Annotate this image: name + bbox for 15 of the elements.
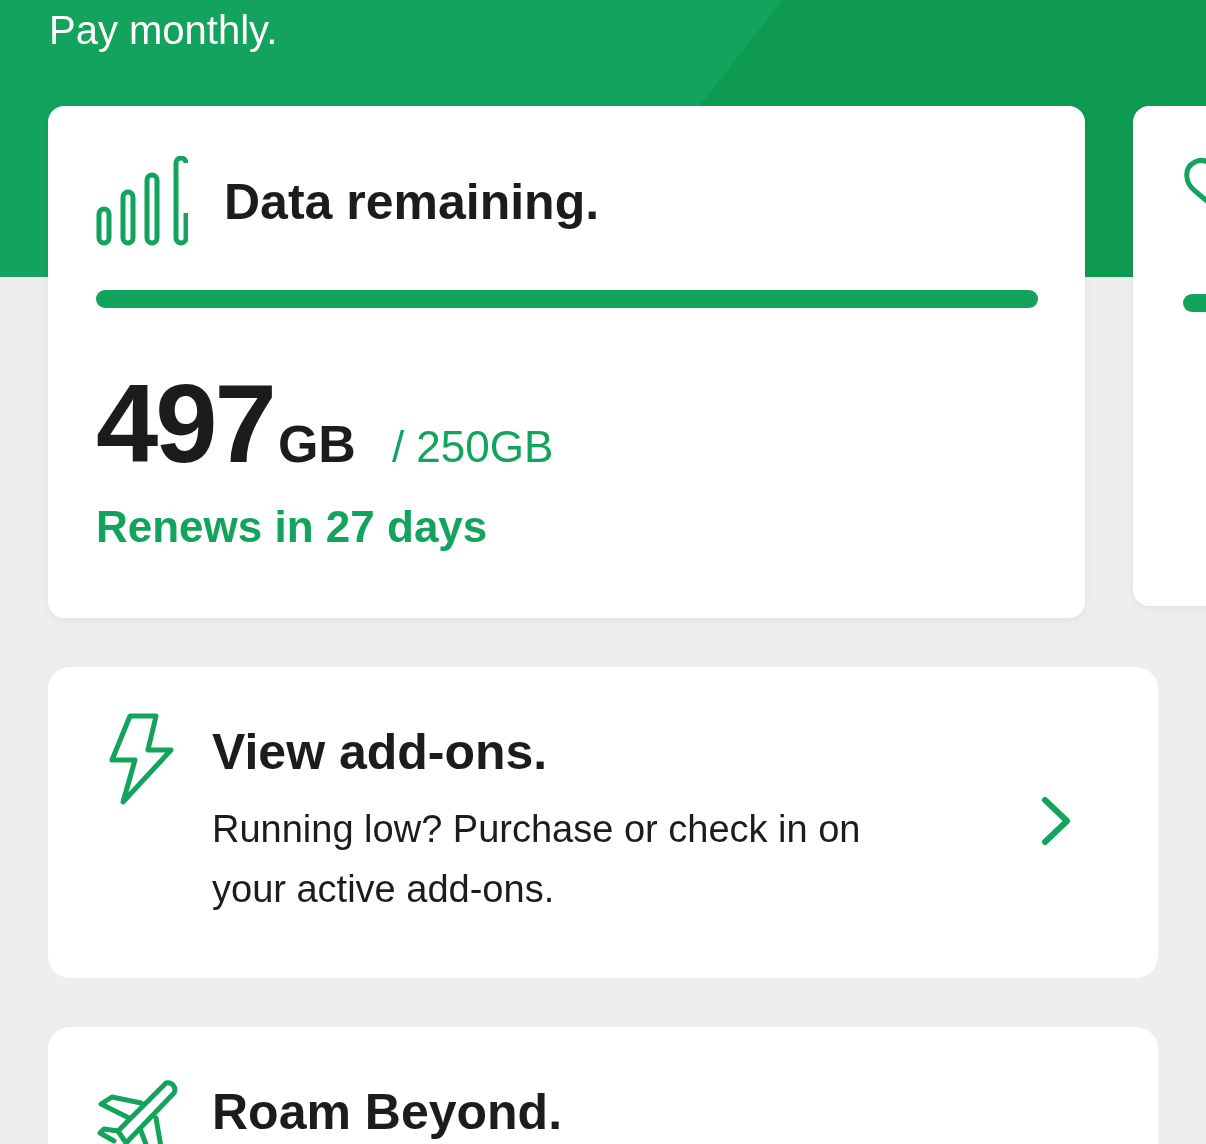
card-title: Data remaining. [224, 173, 600, 231]
signal-bars-icon [96, 156, 188, 248]
data-amount: 497 [96, 368, 274, 480]
link-card[interactable]: Roam Beyond. [48, 1027, 1158, 1144]
plan-subtitle: Pay monthly. [48, 7, 279, 54]
link-title: View add-ons. [212, 723, 549, 781]
link-description: Running low? Purchase or check in on your active add-ons. [212, 807, 862, 912]
link-title: Roam Beyond. [212, 1083, 564, 1141]
data-unit: GB [277, 414, 356, 474]
link-card[interactable]: View add-ons. Running low? Purchase or check in on your active add-ons. [48, 667, 1158, 978]
data-card[interactable]: Data remaining. 497GB / 250GB Renews in 27 days [48, 106, 1085, 618]
lightning-icon [108, 713, 174, 805]
chevron-right-icon [1040, 795, 1072, 847]
data-allowance: / 250GB [391, 422, 554, 472]
renewal-text: Renews in 27 days [96, 502, 489, 552]
